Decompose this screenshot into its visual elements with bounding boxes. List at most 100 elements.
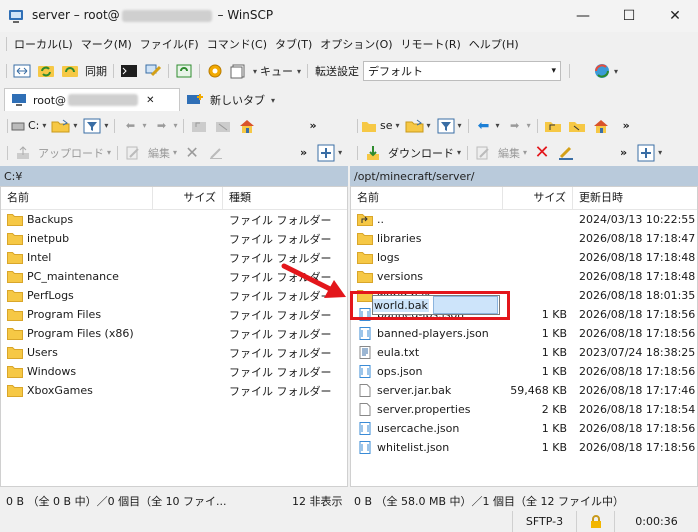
rename-icon[interactable] xyxy=(205,142,227,164)
chevron-down-icon[interactable]: ▾ xyxy=(73,121,77,130)
download-button[interactable]: ダウンロード xyxy=(388,145,454,161)
local-path-bar[interactable]: C:¥ xyxy=(0,166,348,186)
chevron-down-icon[interactable]: ▾ xyxy=(523,148,527,157)
upload-button[interactable]: アップロード xyxy=(38,145,104,161)
remote-path-bar[interactable]: /opt/minecraft/server/ xyxy=(350,166,698,186)
local-drive-select[interactable]: C: xyxy=(28,119,39,132)
column-size-header[interactable]: サイズ xyxy=(503,187,573,209)
close-button[interactable]: ✕ xyxy=(652,0,698,32)
edit-icon[interactable] xyxy=(122,142,144,164)
local-file-row[interactable]: Program Files ファイル フォルダー xyxy=(1,305,347,324)
chevron-down-icon[interactable]: ▾ xyxy=(658,148,662,157)
chevron-down-icon[interactable]: ▾ xyxy=(173,121,177,130)
remote-file-row[interactable]: banned-players.json 1 KB 2026/08/18 17:18:… xyxy=(351,324,697,343)
queue-dropdown-arrow[interactable]: ▾ xyxy=(253,67,257,76)
close-tab-icon[interactable]: ✕ xyxy=(146,95,154,106)
remote-file-row[interactable]: server.properties 2 KB 2026/08/18 17:18:54 xyxy=(351,400,697,419)
delete-x-icon[interactable]: ✕ xyxy=(531,142,553,164)
reconnect-globe-icon[interactable] xyxy=(591,60,613,82)
local-file-row[interactable]: Users ファイル フォルダー xyxy=(1,343,347,362)
queue-label[interactable]: キュー xyxy=(260,63,293,79)
chevron-down-icon[interactable]: ▾ xyxy=(527,121,531,130)
synchronize-browsing-icon[interactable] xyxy=(35,60,57,82)
menu-tab[interactable]: タブ(T) xyxy=(271,36,316,52)
menu-file[interactable]: ファイル(F) xyxy=(136,36,203,52)
chevron-down-icon[interactable]: ▾ xyxy=(496,121,500,130)
remote-file-row[interactable]: libraries 2026/08/18 17:18:47 xyxy=(351,229,697,248)
tab-new[interactable]: 新しいタブ ▾ xyxy=(180,89,284,111)
more-toolbar-icon[interactable]: » xyxy=(309,119,316,132)
edit-button[interactable]: 編集 xyxy=(498,145,520,161)
compare-directories-icon[interactable] xyxy=(11,60,33,82)
chevron-down-icon[interactable]: ▾ xyxy=(338,148,342,157)
more-toolbar-icon[interactable]: » xyxy=(300,146,307,159)
menu-command[interactable]: コマンド(C) xyxy=(203,36,271,52)
refresh-sync-icon[interactable] xyxy=(173,60,195,82)
local-file-row[interactable]: inetpub ファイル フォルダー xyxy=(1,229,347,248)
transfer-preset-select[interactable]: デフォルト ▾ xyxy=(363,61,562,81)
root-directory-icon[interactable] xyxy=(212,115,234,137)
open-folder-icon[interactable] xyxy=(50,115,72,137)
queue-menu-arrow[interactable]: ▾ xyxy=(297,67,301,76)
open-folder-icon[interactable] xyxy=(404,115,426,137)
chevron-down-icon[interactable]: ▾ xyxy=(142,121,146,130)
remote-file-row[interactable]: versions 2026/08/18 17:18:48 xyxy=(351,267,697,286)
home-icon[interactable] xyxy=(590,115,612,137)
maximize-button[interactable]: ☐ xyxy=(606,0,652,32)
back-arrow-icon[interactable]: ⬅ xyxy=(119,115,141,137)
tab-session[interactable]: root@ ✕ xyxy=(4,88,180,111)
column-type-header[interactable]: 種類 xyxy=(223,187,347,209)
forward-arrow-icon[interactable]: ➡ xyxy=(150,115,172,137)
column-size-header[interactable]: サイズ xyxy=(153,187,223,209)
new-plus-icon[interactable] xyxy=(635,142,657,164)
root-directory-icon[interactable] xyxy=(566,115,588,137)
parent-directory-icon[interactable] xyxy=(188,115,210,137)
rename-input[interactable]: world.bak xyxy=(372,295,500,315)
remote-file-row[interactable]: ops.json 1 KB 2026/08/18 17:18:56 xyxy=(351,362,697,381)
menu-options[interactable]: オプション(O) xyxy=(316,36,396,52)
more-toolbar-icon[interactable]: » xyxy=(623,119,630,132)
back-arrow-icon[interactable]: ⬅ xyxy=(473,115,495,137)
local-file-row[interactable]: Program Files (x86) ファイル フォルダー xyxy=(1,324,347,343)
local-file-row[interactable]: Backups ファイル フォルダー xyxy=(1,210,347,229)
remote-drive-select[interactable]: se xyxy=(380,119,393,132)
remote-file-row[interactable]: server.jar.bak 59,468 KB 2026/08/18 17:17:… xyxy=(351,381,697,400)
remote-file-row[interactable]: .. 2024/03/13 10:22:55 xyxy=(351,210,697,229)
putty-icon[interactable] xyxy=(142,60,164,82)
upload-icon[interactable] xyxy=(12,142,34,164)
download-icon[interactable] xyxy=(362,142,384,164)
more-toolbar-icon[interactable]: » xyxy=(620,146,627,159)
local-file-row[interactable]: XboxGames ファイル フォルダー xyxy=(1,381,347,400)
forward-arrow-icon[interactable]: ➡ xyxy=(504,115,526,137)
menu-help[interactable]: ヘルプ(H) xyxy=(465,36,523,52)
menu-mark[interactable]: マーク(M) xyxy=(77,36,136,52)
encryption-lock-icon[interactable] xyxy=(576,511,614,532)
chevron-down-icon[interactable]: ▾ xyxy=(457,148,461,157)
chevron-down-icon[interactable]: ▾ xyxy=(173,148,177,157)
filter-icon[interactable] xyxy=(81,115,103,137)
remote-file-row[interactable]: eula.txt 1 KB 2023/07/24 18:38:25 xyxy=(351,343,697,362)
chevron-down-icon[interactable]: ▾ xyxy=(427,121,431,130)
filter-icon[interactable] xyxy=(435,115,457,137)
queue-icon[interactable] xyxy=(228,60,250,82)
terminal-icon[interactable] xyxy=(118,60,140,82)
new-plus-icon[interactable] xyxy=(315,142,337,164)
edit-button[interactable]: 編集 xyxy=(148,145,170,161)
home-icon[interactable] xyxy=(236,115,258,137)
synchronize-button[interactable]: 同期 xyxy=(83,60,109,82)
parent-directory-icon[interactable] xyxy=(542,115,564,137)
chevron-down-icon[interactable]: ▾ xyxy=(42,121,46,130)
remote-file-row[interactable]: whitelist.json 1 KB 2026/08/18 17:18:56 xyxy=(351,438,697,457)
chevron-down-icon[interactable]: ▾ xyxy=(396,121,400,130)
local-file-row[interactable]: Windows ファイル フォルダー xyxy=(1,362,347,381)
menu-local[interactable]: ローカル(L) xyxy=(10,36,77,52)
remote-file-row[interactable]: logs 2026/08/18 17:18:48 xyxy=(351,248,697,267)
edit-icon[interactable] xyxy=(472,142,494,164)
sync-folder-icon[interactable] xyxy=(59,60,81,82)
menu-remote[interactable]: リモート(R) xyxy=(397,36,465,52)
minimize-button[interactable]: — xyxy=(560,0,606,32)
remote-file-row[interactable]: usercache.json 1 KB 2026/08/18 17:18:56 xyxy=(351,419,697,438)
chevron-down-icon[interactable]: ▾ xyxy=(104,121,108,130)
preferences-gear-icon[interactable] xyxy=(204,60,226,82)
reconnect-dropdown-arrow[interactable]: ▾ xyxy=(614,67,618,76)
